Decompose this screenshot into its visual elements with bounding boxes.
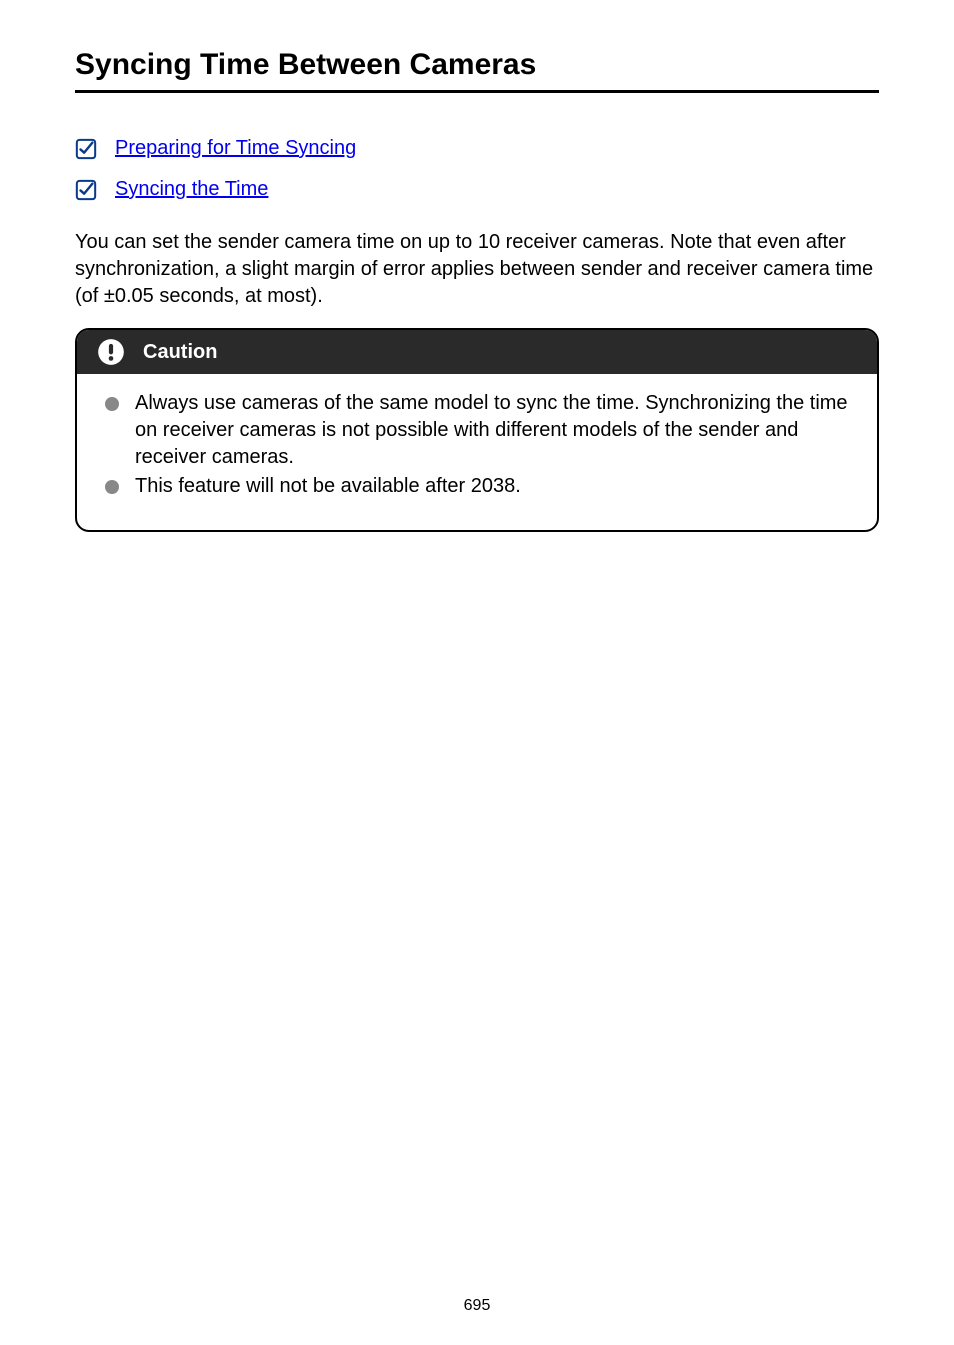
body-paragraph: You can set the sender camera time on up… — [75, 229, 879, 310]
caution-text: Always use cameras of the same model to … — [135, 390, 849, 471]
toc-link-list: Preparing for Time Syncing Syncing the T… — [75, 137, 879, 201]
list-item: This feature will not be available after… — [105, 473, 849, 500]
bullet-icon — [105, 397, 119, 411]
page-number: 695 — [0, 1297, 954, 1315]
toc-row-preparing: Preparing for Time Syncing — [75, 137, 879, 160]
document-page: Syncing Time Between Cameras Preparing f… — [0, 0, 954, 1345]
caution-text: This feature will not be available after… — [135, 473, 521, 500]
list-item: Always use cameras of the same model to … — [105, 390, 849, 471]
caution-label: Caution — [143, 341, 217, 364]
checkbox-icon — [75, 179, 97, 201]
link-preparing-for-time-syncing[interactable]: Preparing for Time Syncing — [115, 137, 356, 160]
toc-row-syncing: Syncing the Time — [75, 178, 879, 201]
caution-header: Caution — [77, 330, 877, 374]
bullet-icon — [105, 480, 119, 494]
link-syncing-the-time[interactable]: Syncing the Time — [115, 178, 268, 201]
checkbox-icon — [75, 138, 97, 160]
caution-body: Always use cameras of the same model to … — [77, 374, 877, 530]
caution-list: Always use cameras of the same model to … — [105, 390, 849, 500]
caution-icon — [97, 338, 125, 366]
caution-box: Caution Always use cameras of the same m… — [75, 328, 879, 532]
page-title: Syncing Time Between Cameras — [75, 48, 879, 93]
